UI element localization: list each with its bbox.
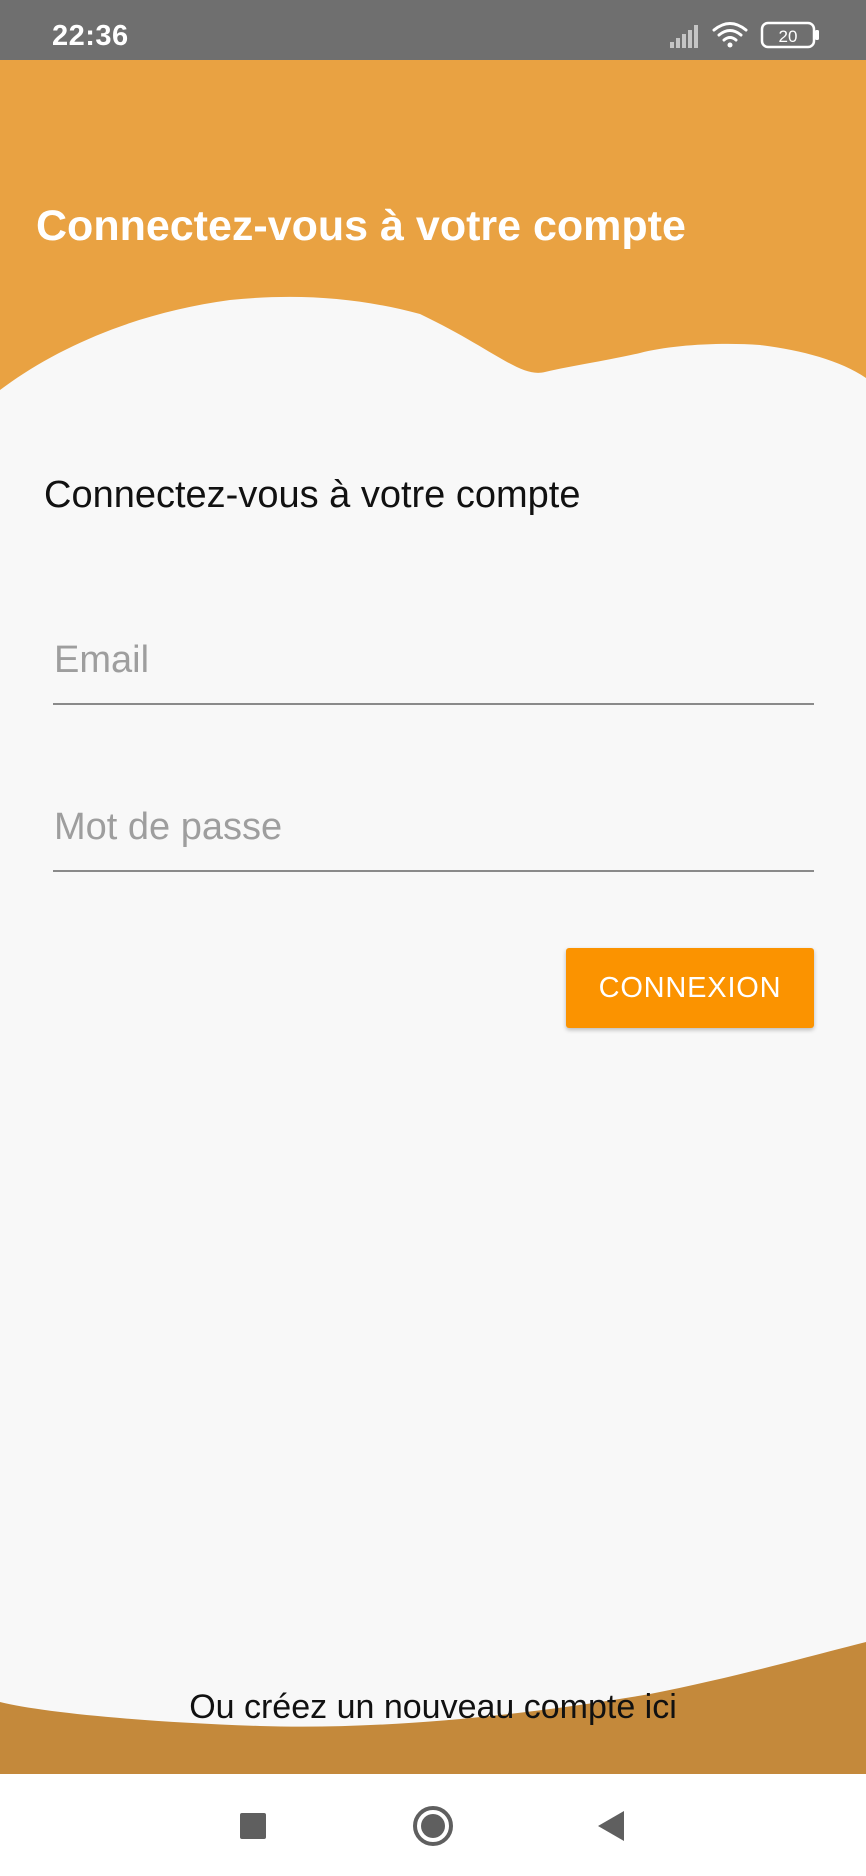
header-title: Connectez-vous à votre compte — [36, 202, 686, 250]
battery-icon: 20 — [760, 21, 819, 49]
back-icon — [598, 1811, 624, 1841]
navigation-bar — [0, 1774, 866, 1876]
home-icon — [413, 1806, 453, 1846]
login-screen: 22:36 20 Connectez-vous à votre compte C… — [0, 0, 866, 1876]
email-field[interactable] — [53, 625, 814, 705]
status-bar: 22:36 20 — [0, 0, 866, 60]
home-button[interactable] — [403, 1796, 463, 1856]
recents-icon — [240, 1813, 266, 1839]
recents-button[interactable] — [223, 1796, 283, 1856]
status-icons: 20 — [670, 20, 820, 50]
battery-level: 20 — [779, 27, 798, 46]
login-button[interactable]: CONNEXION — [566, 948, 814, 1028]
wifi-icon — [712, 22, 748, 48]
create-account-link[interactable]: Ou créez un nouveau compte ici — [0, 1688, 866, 1727]
back-button[interactable] — [580, 1796, 640, 1856]
password-field[interactable] — [53, 792, 814, 872]
signal-icon — [670, 25, 698, 48]
status-time: 22:36 — [52, 20, 129, 52]
login-heading: Connectez-vous à votre compte — [44, 474, 581, 516]
